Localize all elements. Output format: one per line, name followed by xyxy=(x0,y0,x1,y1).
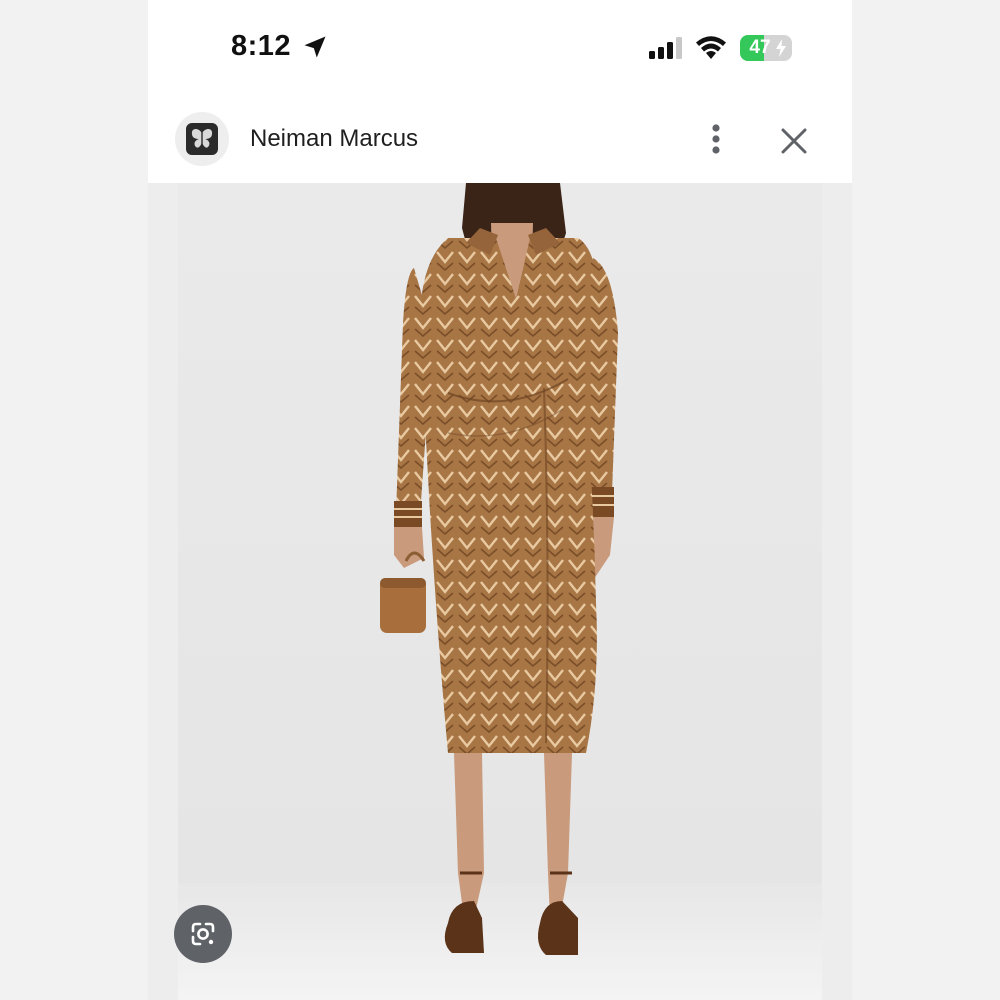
battery-percent: 47 xyxy=(749,37,771,58)
site-logo xyxy=(175,112,229,166)
location-arrow-icon xyxy=(304,36,326,58)
status-bar: 8:12 47 xyxy=(148,0,852,95)
more-vert-icon xyxy=(712,124,720,154)
browser-header: Neiman Marcus xyxy=(148,95,852,183)
product-image[interactable] xyxy=(148,183,852,1000)
battery-indicator: 47 xyxy=(740,35,792,61)
site-name: Neiman Marcus xyxy=(250,125,419,152)
google-lens-button[interactable] xyxy=(174,905,232,963)
phone-screen: 8:12 47 Neiman Marcus xyxy=(148,0,852,1000)
model-wearing-dress-illustration xyxy=(380,183,618,955)
google-lens-icon xyxy=(191,922,215,946)
cellular-signal-icon xyxy=(649,37,682,59)
more-options-button[interactable] xyxy=(696,117,736,161)
charging-bolt-icon xyxy=(776,39,786,57)
close-icon xyxy=(781,128,807,154)
close-button[interactable] xyxy=(772,119,816,163)
butterfly-icon xyxy=(191,128,213,148)
wifi-icon xyxy=(696,36,726,59)
status-time: 8:12 xyxy=(231,30,292,62)
